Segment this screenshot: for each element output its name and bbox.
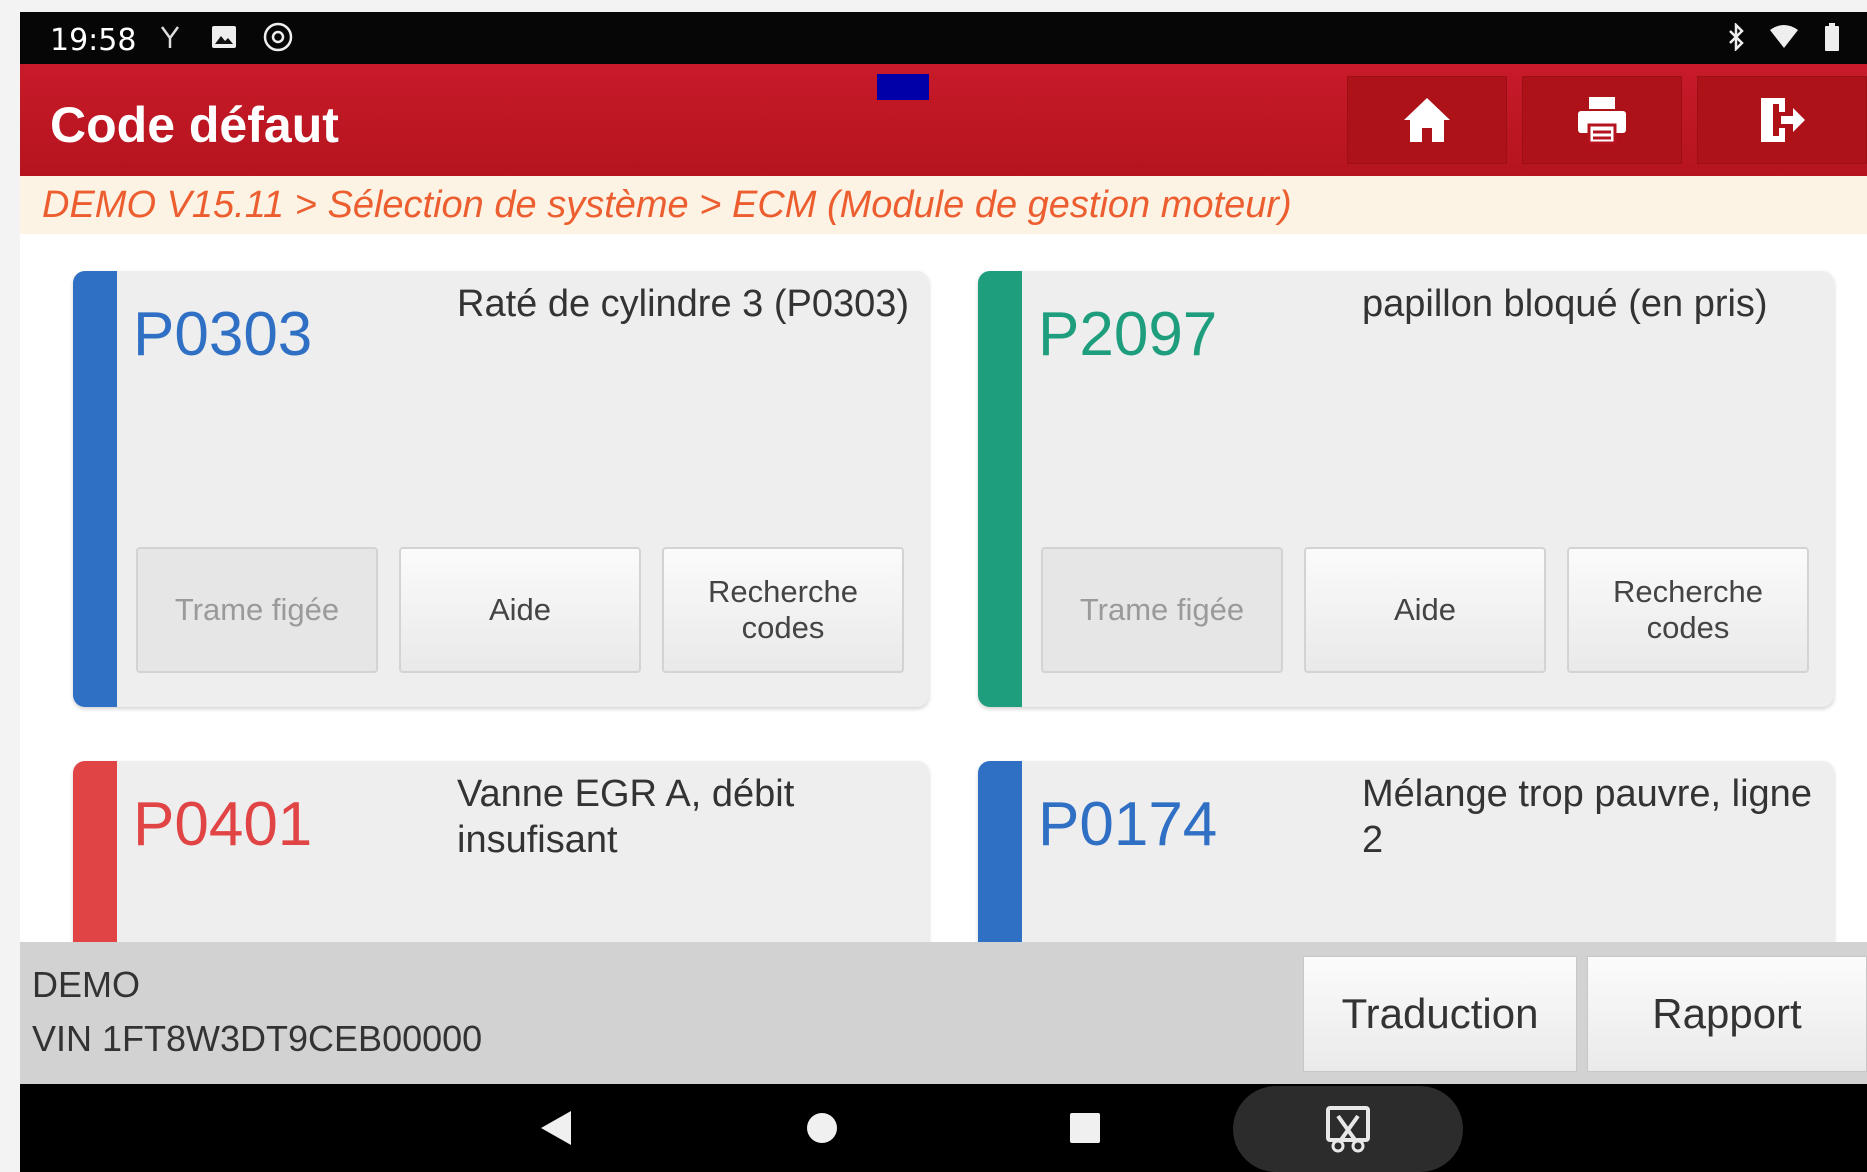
wifi-icon [1769,22,1799,52]
freeze-frame-button[interactable]: Trame figée [1041,547,1283,673]
vin-text: VIN 1FT8W3DT9CEB00000 [32,1018,483,1059]
dtc-code: P2097 [1038,300,1218,369]
help-button[interactable]: Aide [399,547,641,673]
exit-button[interactable] [1697,76,1867,164]
print-icon [1578,97,1626,145]
translate-button[interactable]: Traduction [1303,956,1577,1072]
back-icon [541,1111,571,1145]
home-button[interactable] [1347,76,1507,164]
card-color-stripe [978,271,1022,707]
screenshot-crop-icon [1326,1106,1370,1153]
freeze-frame-button[interactable]: Trame figée [136,547,378,673]
usb-icon [155,22,185,52]
back-button[interactable] [534,1106,578,1150]
vehicle-label: DEMO [32,964,140,1005]
dtc-description: Vanne EGR A, débit insufisant [457,773,795,861]
dtc-code: P0174 [1038,790,1218,859]
recents-icon [1070,1113,1100,1143]
dtc-card-p0303: P0303 Raté de cylindre 3 (P0303) Trame f… [73,271,929,707]
exit-icon [1761,98,1805,142]
print-button[interactable] [1522,76,1682,164]
dtc-description: papillon bloqué (en pris) [1362,283,1768,325]
code-search-button[interactable]: Recherche codes [1567,547,1809,673]
dtc-description: Raté de cylindre 3 (P0303) [457,283,910,325]
home-circle-icon [807,1113,837,1143]
dtc-code: P0303 [133,300,313,369]
screenshot-button[interactable] [1233,1086,1463,1172]
system-nav-bar [20,1084,1867,1172]
code-search-button[interactable]: Recherche codes [662,547,904,673]
help-button[interactable]: Aide [1304,547,1546,673]
image-icon [209,22,239,52]
settings-circle-icon [263,22,293,52]
dtc-code: P0401 [133,790,313,859]
bluetooth-icon [1721,22,1751,52]
breadcrumb: DEMO V15.11 > Sélection de système > ECM… [20,176,1867,234]
battery-icon [1817,22,1847,52]
recents-button[interactable] [1063,1106,1107,1150]
home-icon [1404,98,1450,142]
status-time: 19:58 [50,23,137,58]
page-title: Code défaut [50,97,339,153]
title-bar: Code défaut [20,64,1867,176]
overlay-marker [877,74,929,100]
card-color-stripe [73,271,117,707]
dtc-card-p2097: P2097 papillon bloqué (en pris) Trame fi… [978,271,1834,707]
app-window: 19:58 Code défaut DEMO V15.11 > Sélectio… [20,12,1867,1172]
dtc-description: Mélange trop pauvre, ligne 2 [1362,773,1812,861]
report-button[interactable]: Rapport [1587,956,1867,1072]
status-bar: 19:58 [20,12,1867,64]
home-nav-button[interactable] [800,1106,844,1150]
vehicle-info-bar: DEMO VIN 1FT8W3DT9CEB00000 Traduction Ra… [20,942,1867,1084]
